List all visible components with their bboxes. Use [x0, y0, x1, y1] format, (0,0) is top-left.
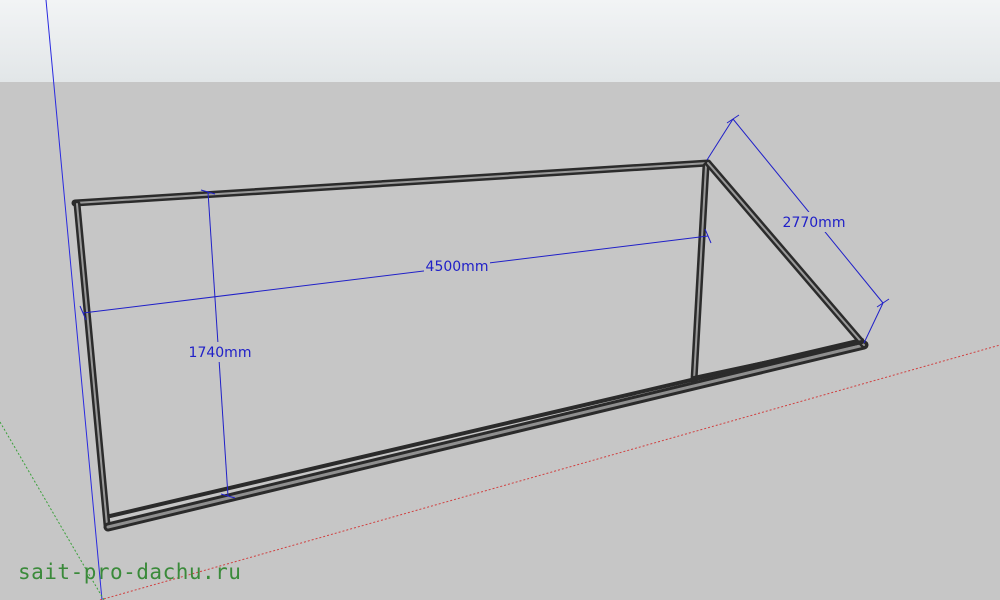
site-watermark: sait-pro-dachu.ru	[18, 560, 242, 584]
frame-right-bottom-stub[interactable]	[692, 340, 864, 380]
dimension-4500[interactable]: 4500mm	[79, 228, 712, 321]
dimension-label-depth: 2770mm	[783, 215, 846, 231]
dimension-label-height: 1740mm	[189, 345, 252, 361]
blue-axis	[45, 0, 103, 600]
dimension-label-length: 4500mm	[426, 259, 489, 275]
modeling-viewport[interactable]: 4500mm 1740mm 2770mm sait-pro-dachu.ru	[0, 0, 1000, 600]
dimension-1740[interactable]: 1740mm	[186, 189, 254, 499]
3d-scene[interactable]: 4500mm 1740mm 2770mm	[0, 0, 1000, 600]
dimension-2770[interactable]: 2770mm	[706, 114, 890, 344]
